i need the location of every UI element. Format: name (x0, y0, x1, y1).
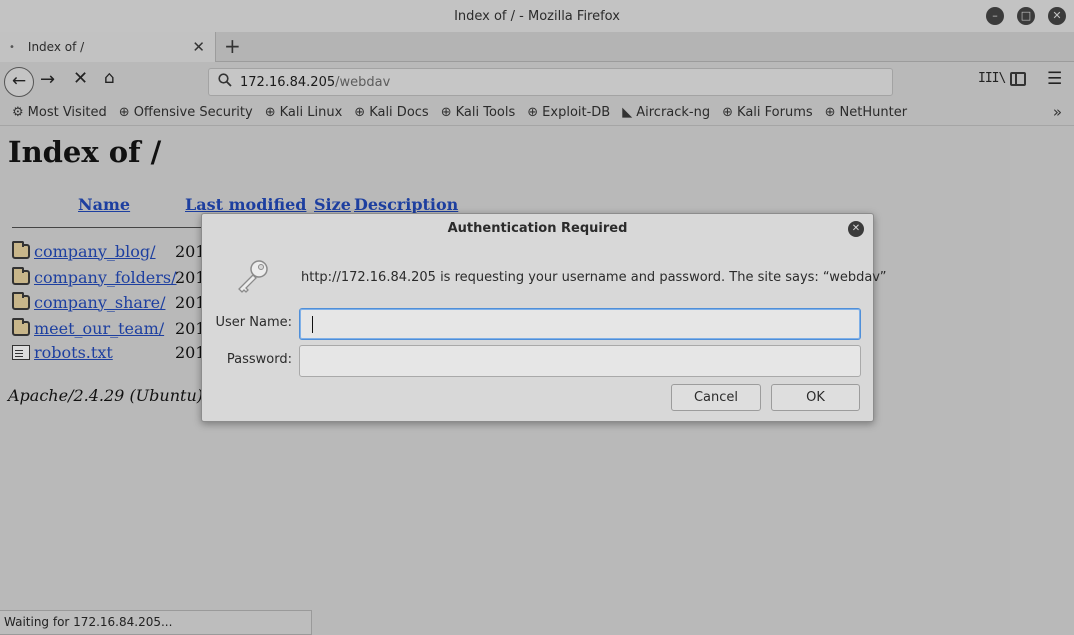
globe-icon: ⊕ (722, 104, 734, 120)
bookmarks-toolbar: ⚙ Most Visited ⊕ Offensive Security ⊕ Kali … (0, 99, 1074, 126)
globe-icon: ⊕ (440, 104, 452, 120)
bookmark-label: Exploit-DB (542, 104, 611, 120)
column-header-size[interactable]: Size (314, 195, 351, 214)
tab-label: Index of / (27, 40, 85, 54)
bookmark-kali-tools[interactable]: ⊕ Kali Tools (441, 105, 516, 120)
dialog-close-icon[interactable]: ✕ (848, 221, 864, 237)
list-item: meet_our_team/ 201 (12, 317, 206, 339)
bookmark-nethunter[interactable]: ⊕ NetHunter (825, 105, 907, 120)
username-input[interactable] (299, 308, 861, 340)
bookmark-kali-linux[interactable]: ⊕ Kali Linux (265, 105, 343, 120)
ok-button[interactable]: OK (771, 384, 860, 411)
bookmark-label: Kali Tools (455, 104, 516, 120)
file-link[interactable]: company_share/ (34, 293, 165, 312)
tab-index[interactable]: • Index of / ✕ (0, 32, 216, 62)
bookmark-label: Most Visited (27, 104, 107, 120)
dialog-title: Authentication Required (447, 221, 628, 236)
column-header-last-modified[interactable]: Last modified (185, 195, 306, 214)
maximize-icon[interactable]: □ (1017, 7, 1035, 25)
aircrack-icon: ◣ (622, 104, 633, 120)
globe-icon: ⊕ (824, 104, 836, 120)
list-item: company_blog/ 201 (12, 240, 206, 262)
status-bar: Waiting for 172.16.84.205... (0, 610, 312, 635)
folder-icon (12, 266, 30, 285)
authentication-dialog: Authentication Required ✕ http://172.16.… (201, 213, 887, 422)
stop-button[interactable]: ✕ (73, 68, 88, 89)
search-icon (218, 73, 232, 91)
url-host: 172.16.84.205 (240, 74, 336, 90)
tab-loading-icon: • (9, 41, 15, 53)
globe-icon: ⊕ (527, 104, 539, 120)
file-link[interactable]: robots.txt (34, 343, 113, 362)
window-titlebar: Index of / - Mozilla Firefox – □ ✕ (0, 0, 1074, 32)
cancel-button[interactable]: Cancel (671, 384, 761, 411)
list-item: company_folders/ 201 (12, 266, 206, 288)
url-path: /webdav (335, 74, 391, 90)
folder-icon (12, 317, 30, 336)
tab-close-icon[interactable]: ✕ (192, 38, 205, 56)
bookmark-label: Kali Forums (737, 104, 813, 120)
bookmark-label: Kali Linux (279, 104, 343, 120)
bookmarks-overflow-chevron-icon[interactable]: » (1053, 103, 1062, 121)
globe-icon: ⊕ (354, 104, 366, 120)
home-button[interactable]: ⌂ (104, 68, 115, 88)
bookmark-label: NetHunter (839, 104, 908, 120)
list-item: robots.txt 201 (12, 341, 206, 363)
dialog-message: http://172.16.84.205 is requesting your … (301, 270, 887, 285)
bookmark-label: Offensive Security (133, 104, 253, 120)
key-icon (233, 256, 273, 296)
bookmark-most-visited[interactable]: ⚙ Most Visited (12, 105, 107, 120)
password-label: Password: (226, 352, 292, 367)
bookmark-offensive-security[interactable]: ⊕ Offensive Security (119, 105, 253, 120)
file-link[interactable]: company_blog/ (34, 242, 156, 261)
password-input[interactable] (299, 345, 861, 377)
bookmark-label: Kali Docs (369, 104, 429, 120)
url-bar[interactable]: 172.16.84.205/webdav (208, 68, 893, 96)
globe-icon: ⊕ (264, 104, 276, 120)
folder-icon (12, 291, 30, 310)
bookmark-exploit-db[interactable]: ⊕ Exploit-DB (527, 105, 610, 120)
file-link[interactable]: meet_our_team/ (34, 319, 164, 338)
server-signature: Apache/2.4.29 (Ubuntu) S (8, 386, 220, 405)
list-item: company_share/ 201 (12, 291, 206, 313)
divider (12, 227, 212, 228)
text-file-icon (12, 344, 30, 360)
window-controls: – □ ✕ (986, 7, 1066, 25)
gear-icon: ⚙ (12, 104, 24, 120)
hamburger-menu-icon[interactable]: ☰ (1047, 69, 1062, 89)
page-heading: Index of / (8, 135, 162, 169)
window-title: Index of / - Mozilla Firefox (454, 8, 620, 24)
file-link[interactable]: company_folders/ (34, 268, 177, 287)
sidebar-icon[interactable] (1010, 72, 1026, 86)
new-tab-button[interactable]: + (224, 34, 241, 58)
back-button[interactable]: ← (4, 67, 34, 97)
navigation-toolbar: ← → ✕ ⌂ 172.16.84.205/webdav III\ ☰ (0, 63, 1074, 99)
minimize-icon[interactable]: – (986, 7, 1004, 25)
close-window-icon[interactable]: ✕ (1048, 7, 1066, 25)
bookmark-kali-forums[interactable]: ⊕ Kali Forums (722, 105, 813, 120)
library-icon[interactable]: III\ (978, 71, 1006, 86)
bookmark-aircrack-ng[interactable]: ◣ Aircrack-ng (622, 105, 710, 120)
text-caret (312, 316, 313, 333)
forward-button[interactable]: → (40, 69, 55, 90)
username-label: User Name: (215, 315, 293, 330)
column-header-description[interactable]: Description (354, 195, 458, 214)
folder-icon (12, 240, 30, 259)
bookmark-label: Aircrack-ng (636, 104, 711, 120)
tab-strip: • Index of / ✕ + (0, 32, 1074, 62)
column-header-name[interactable]: Name (78, 195, 130, 214)
globe-icon: ⊕ (118, 104, 130, 120)
bookmark-kali-docs[interactable]: ⊕ Kali Docs (354, 105, 428, 120)
